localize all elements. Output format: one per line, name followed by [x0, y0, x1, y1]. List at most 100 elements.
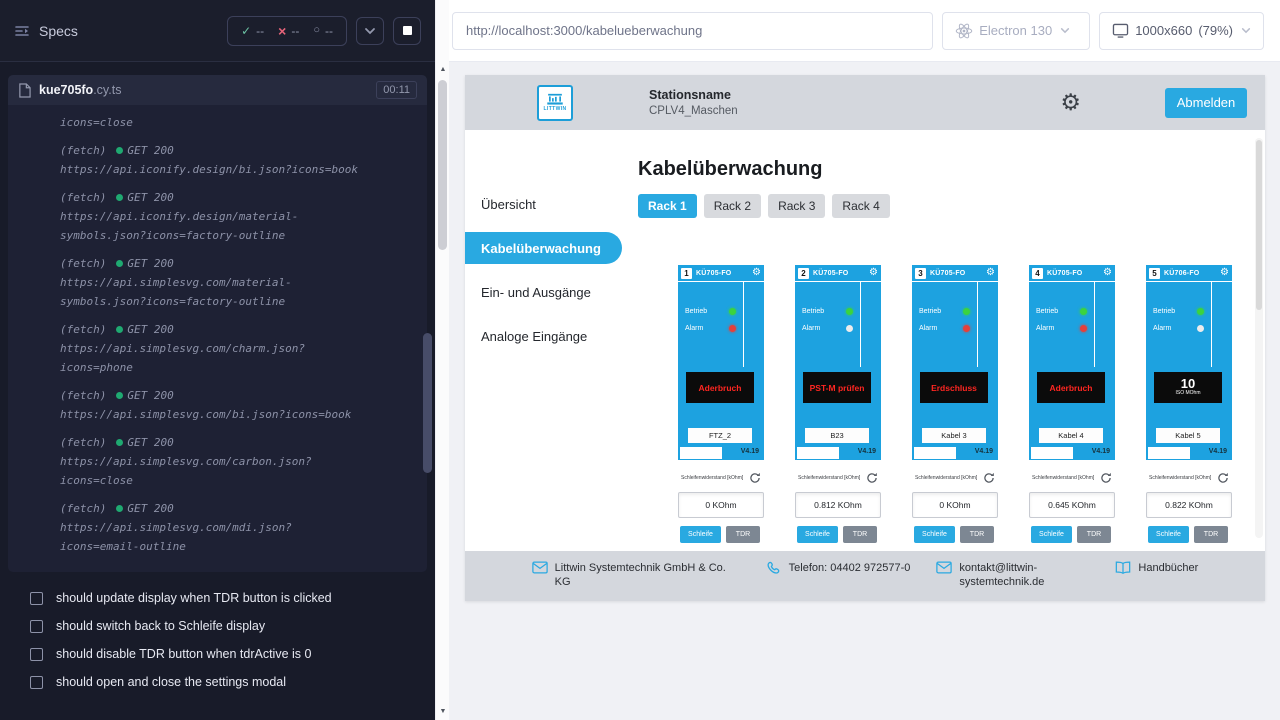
email-address: kontakt@littwin-systemtechnik.de [959, 561, 1089, 589]
browser-select[interactable]: Electron 130 [942, 12, 1090, 50]
device-number: 3 [915, 268, 926, 279]
refresh-icon[interactable] [866, 472, 878, 484]
stop-run-button[interactable] [393, 17, 421, 45]
device-card: 1 KÜ705-FO ⚙ Betrieb [678, 265, 764, 543]
mail-icon [936, 561, 952, 574]
log-status: GET 200 [127, 433, 173, 452]
log-type: (fetch) [60, 188, 106, 207]
url-bar[interactable]: http://localhost:3000/kabelueberwachung [452, 12, 933, 50]
cypress-runner-window: Specs ✓ -- × -- ○ -- [0, 0, 1280, 720]
nav-ein-und-ausgaenge[interactable]: Ein- und Ausgänge [465, 276, 622, 308]
schleife-button[interactable]: Schleife [680, 526, 721, 543]
device-model: KÜ705-FO [1047, 270, 1082, 277]
log-status: GET 200 [127, 499, 173, 518]
test-state-icon [30, 620, 43, 633]
device-model: KÜ706-FO [1164, 270, 1199, 277]
rack-tabs: Rack 1 Rack 2 Rack 3 Rack 4 [638, 194, 1265, 218]
page-title: Kabelüberwachung [638, 158, 1265, 181]
betrieb-row: Betrieb [1036, 308, 1087, 315]
schleife-button[interactable]: Schleife [914, 526, 955, 543]
log-entry[interactable]: (fetch)GET 200 https://api.simplesvg.com… [60, 499, 369, 556]
nav-analoge-eingaenge[interactable]: Analoge Eingänge [465, 320, 622, 352]
status-dot-icon [116, 439, 123, 446]
log-url: https://api.iconify.design/material-symb… [60, 207, 369, 245]
panel-divider [743, 282, 744, 367]
content-scrollbar-thumb[interactable] [1256, 140, 1262, 310]
device-display: Aderbruch [686, 372, 754, 403]
settings-gear-icon[interactable]: ⚙ [1060, 91, 1081, 114]
panel-divider [1211, 282, 1212, 367]
device-gear-icon[interactable]: ⚙ [752, 268, 761, 278]
test-item[interactable]: should disable TDR button when tdrActive… [0, 640, 435, 668]
footer-phone: Telefon: 04402 972577-0 [767, 561, 911, 576]
device-gear-icon[interactable]: ⚙ [1103, 268, 1112, 278]
tab-rack-2[interactable]: Rack 2 [704, 194, 761, 218]
log-entry[interactable]: (fetch)GET 200 https://api.simplesvg.com… [60, 386, 369, 424]
log-entry[interactable]: (fetch)GET 200 https://api.simplesvg.com… [60, 320, 369, 377]
spec-file-icon [18, 83, 31, 98]
betrieb-label: Betrieb [1153, 308, 1175, 315]
browser-name: Electron 130 [979, 23, 1052, 38]
scroll-up-arrow[interactable]: ▲ [436, 65, 450, 75]
refresh-icon[interactable] [983, 472, 995, 484]
refresh-icon[interactable] [749, 472, 761, 484]
tab-rack-3[interactable]: Rack 3 [768, 194, 825, 218]
viewport-zoom: (79%) [1198, 23, 1233, 38]
page-scrollbar[interactable]: ▲ ▼ [435, 0, 449, 720]
tdr-button[interactable]: TDR [1194, 526, 1228, 543]
page-scrollbar-thumb[interactable] [438, 80, 447, 250]
tdr-button[interactable]: TDR [726, 526, 760, 543]
test-item[interactable]: should update display when TDR button is… [0, 584, 435, 612]
device-number: 4 [1032, 268, 1043, 279]
tab-rack-1[interactable]: Rack 1 [638, 194, 697, 218]
spec-header[interactable]: kue705fo.cy.ts 00:11 [8, 75, 427, 105]
test-title: should switch back to Schleife display [56, 619, 265, 633]
betrieb-row: Betrieb [802, 308, 853, 315]
betrieb-led [1080, 308, 1087, 315]
refresh-icon[interactable] [1217, 472, 1229, 484]
status-dot-icon [116, 194, 123, 201]
tdr-button[interactable]: TDR [960, 526, 994, 543]
log-entry[interactable]: (fetch)GET 200 https://api.iconify.desig… [60, 188, 369, 245]
tdr-button[interactable]: TDR [843, 526, 877, 543]
content-scrollbar[interactable] [1255, 138, 1263, 538]
betrieb-label: Betrieb [685, 308, 707, 315]
test-item[interactable]: should open and close the settings modal [0, 668, 435, 696]
log-type: (fetch) [60, 499, 106, 518]
nav-kabelueberwachung[interactable]: Kabelüberwachung [465, 232, 622, 264]
resistance-label: Schleifenwiderstand [kOhm] [1032, 475, 1094, 481]
footer-manuals[interactable]: Handbücher [1115, 561, 1198, 575]
viewport-select[interactable]: 1000x660 (79%) [1099, 12, 1264, 50]
test-state-icon [30, 592, 43, 605]
firmware-version: V4.19 [741, 448, 759, 455]
scroll-down-arrow[interactable]: ▼ [436, 707, 450, 717]
device-gear-icon[interactable]: ⚙ [1220, 268, 1229, 278]
specs-toggle[interactable]: Specs [14, 23, 78, 39]
tdr-button[interactable]: TDR [1077, 526, 1111, 543]
phone-icon [767, 561, 782, 576]
log-entry[interactable]: (fetch)GET 200 https://api.iconify.desig… [60, 141, 369, 179]
logout-button[interactable]: Abmelden [1165, 88, 1247, 118]
status-dot-icon [116, 147, 123, 154]
device-model: KÜ705-FO [813, 270, 848, 277]
viewport-size: 1000x660 [1135, 23, 1192, 38]
device-gear-icon[interactable]: ⚙ [986, 268, 995, 278]
log-type: (fetch) [60, 320, 106, 339]
nav-uebersicht[interactable]: Übersicht [465, 188, 622, 220]
pending-circle-icon: ○ [313, 25, 320, 36]
device-gear-icon[interactable]: ⚙ [869, 268, 878, 278]
log-entry[interactable]: (fetch)GET 200 https://api.simplesvg.com… [60, 433, 369, 490]
log-url: https://api.simplesvg.com/carbon.json?ic… [60, 452, 369, 490]
footer-email: kontakt@littwin-systemtechnik.de [936, 561, 1089, 589]
test-item[interactable]: should switch back to Schleife display [0, 612, 435, 640]
device-display: 10 ISO MOhm [1154, 372, 1222, 403]
log-type: (fetch) [60, 254, 106, 273]
refresh-icon[interactable] [1100, 472, 1112, 484]
schleife-button[interactable]: Schleife [1031, 526, 1072, 543]
collapse-chevron-button[interactable] [356, 17, 384, 45]
schleife-button[interactable]: Schleife [797, 526, 838, 543]
log-entry[interactable]: (fetch)GET 200 https://api.simplesvg.com… [60, 254, 369, 311]
tab-rack-4[interactable]: Rack 4 [832, 194, 889, 218]
reporter-scrollbar-thumb[interactable] [423, 333, 432, 473]
schleife-button[interactable]: Schleife [1148, 526, 1189, 543]
